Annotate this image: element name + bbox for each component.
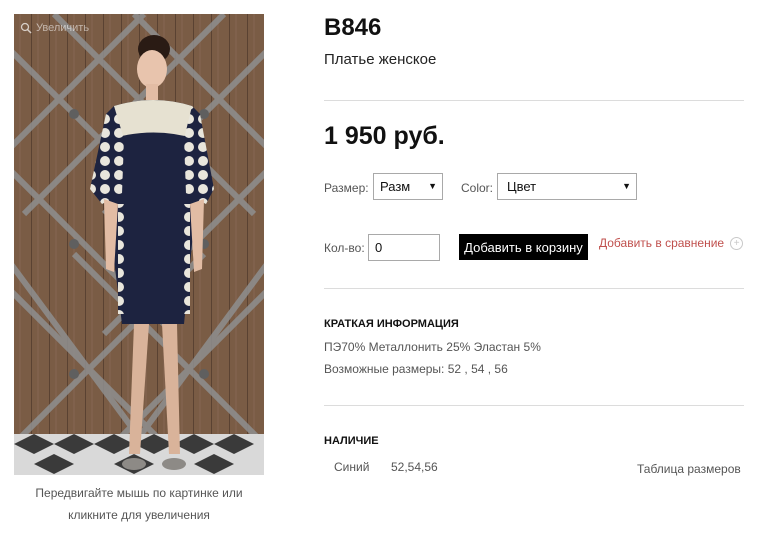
divider [324, 100, 744, 101]
size-select[interactable]: Разм ▼ [373, 173, 443, 200]
triangle-down-icon: ▼ [428, 181, 437, 191]
plus-circle-icon: + [730, 236, 744, 250]
product-name: Платье женское [324, 51, 437, 68]
color-select[interactable]: Цвет ▼ [497, 173, 637, 200]
color-label: Color: [461, 181, 494, 195]
product-sku: B846 [324, 14, 382, 41]
quantity-input[interactable] [368, 234, 440, 261]
zoom-hint-label: Увеличить [36, 22, 90, 34]
triangle-down-icon: ▼ [622, 181, 631, 191]
availability-title: НАЛИЧИЕ [324, 435, 379, 447]
availability-sizes: 52,54,56 [391, 460, 438, 474]
product-image[interactable]: Увеличить [14, 14, 264, 475]
quantity-label: Кол-во: [324, 241, 365, 255]
summary-title: КРАТКАЯ ИНФОРМАЦИЯ [324, 318, 459, 330]
available-sizes-text: Возможные размеры: 52 , 54 , 56 [324, 362, 508, 376]
magnifier-icon [20, 22, 32, 34]
availability-color: Синий [334, 460, 370, 474]
add-to-compare-link[interactable]: Добавить в сравнение + [599, 236, 744, 250]
zoom-hint: Увеличить [20, 22, 89, 34]
image-caption: Передвигайте мышь по картинке или кликни… [35, 486, 243, 522]
add-to-cart-button[interactable]: Добавить в корзину [459, 234, 588, 260]
divider [324, 405, 744, 406]
composition-text: ПЭ70% Металлонить 25% Эластан 5% [324, 340, 541, 354]
product-photo-illustration [14, 14, 264, 475]
color-select-value: Цвет [507, 179, 537, 194]
add-to-compare-label: Добавить в сравнение [599, 236, 725, 250]
size-table-link[interactable]: Таблица размеров [637, 462, 741, 476]
divider [324, 288, 744, 289]
size-label: Размер: [324, 181, 369, 195]
size-select-value: Разм [380, 179, 411, 194]
product-price: 1 950 руб. [324, 122, 445, 150]
